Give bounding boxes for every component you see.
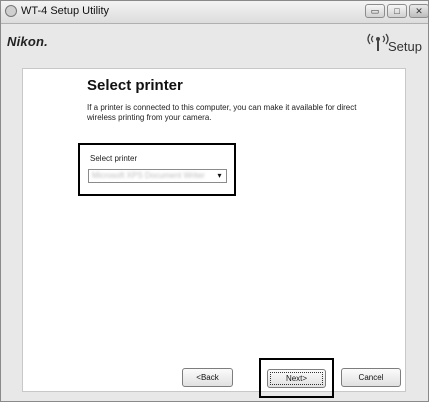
close-button[interactable]: ✕ xyxy=(409,4,429,18)
chevron-down-icon[interactable]: ▾ xyxy=(214,171,225,181)
select-printer-label: Select printer xyxy=(90,154,138,163)
minimize-button[interactable]: ▭ xyxy=(365,4,385,18)
header-bar: Nikon. Setup xyxy=(1,24,428,60)
page-title: Select printer xyxy=(87,77,183,94)
page-description: If a printer is connected to this comput… xyxy=(87,103,357,122)
app-icon xyxy=(5,5,17,17)
close-icon: ✕ xyxy=(415,6,423,16)
setup-logo: Setup xyxy=(364,28,426,58)
window-title: WT-4 Setup Utility xyxy=(21,5,110,17)
content-panel: Select printer If a printer is connected… xyxy=(22,68,406,398)
back-button[interactable]: <Back xyxy=(182,368,233,387)
wireless-antenna-icon xyxy=(367,33,389,51)
next-button[interactable]: Next> xyxy=(267,369,326,388)
maximize-icon: □ xyxy=(394,6,400,16)
setup-window: WT-4 Setup Utility ▭ □ ✕ Nikon. Setup Se… xyxy=(0,0,429,402)
title-bar: WT-4 Setup Utility ▭ □ ✕ xyxy=(1,1,429,24)
printer-select-highlight: Select printer Microsoft XPS Document Wr… xyxy=(78,143,236,196)
nikon-logo: Nikon. xyxy=(7,34,48,49)
minimize-icon: ▭ xyxy=(370,6,380,16)
printer-select[interactable]: Microsoft XPS Document Writer ▾ xyxy=(88,169,227,183)
printer-select-value: Microsoft XPS Document Writer xyxy=(92,171,205,180)
maximize-button[interactable]: □ xyxy=(387,4,407,18)
focus-ring xyxy=(270,372,323,385)
next-button-highlight: Next> xyxy=(259,358,334,398)
cancel-button[interactable]: Cancel xyxy=(341,368,401,387)
setup-logo-text: Setup xyxy=(388,39,422,54)
